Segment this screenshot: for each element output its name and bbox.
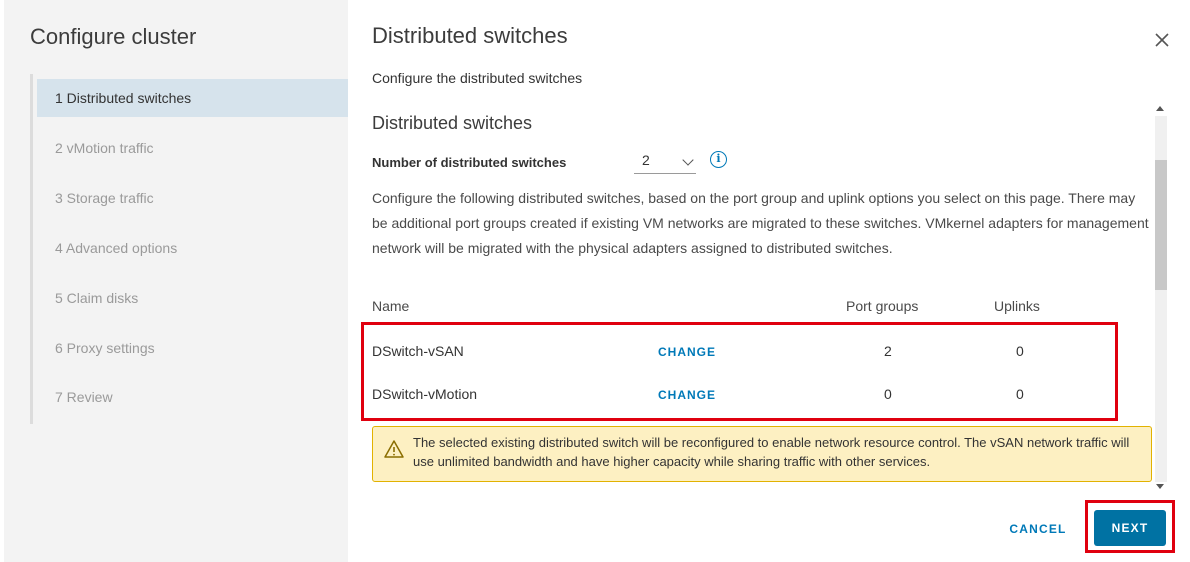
- num-switches-label: Number of distributed switches: [372, 155, 567, 170]
- step-proxy-settings: 6 Proxy settings: [55, 340, 155, 356]
- page-subtitle: Configure the distributed switches: [372, 70, 583, 86]
- step-claim-disks: 5 Claim disks: [55, 290, 139, 306]
- warning-icon: [384, 440, 404, 458]
- steps-rail: [30, 74, 33, 424]
- step-review: 7 Review: [55, 389, 113, 405]
- section-title: Distributed switches: [372, 113, 533, 133]
- num-switches-select[interactable]: 2: [634, 148, 696, 174]
- vertical-scrollbar[interactable]: [1153, 104, 1167, 494]
- step-storage-traffic: 3 Storage traffic: [55, 190, 154, 206]
- table-highlight-box: [361, 322, 1118, 421]
- cancel-button[interactable]: CANCEL: [998, 514, 1078, 544]
- warning-alert: The selected existing distributed switch…: [372, 426, 1152, 482]
- scroll-thumb[interactable]: [1155, 160, 1167, 290]
- wizard-sidebar: Configure cluster 1 Distributed switches…: [4, 0, 348, 562]
- wizard-title: Configure cluster: [30, 24, 197, 49]
- column-header-port-groups: Port groups: [846, 298, 919, 314]
- num-switches-value: 2: [642, 152, 650, 168]
- next-highlight-box: [1085, 500, 1175, 553]
- info-icon[interactable]: i: [710, 151, 727, 168]
- page-title: Distributed switches: [372, 23, 568, 48]
- scroll-up-icon[interactable]: [1156, 106, 1164, 111]
- column-header-name: Name: [372, 298, 410, 314]
- scroll-content: Distributed switches Number of distribut…: [372, 104, 1152, 490]
- scroll-down-icon[interactable]: [1156, 484, 1164, 489]
- column-header-uplinks: Uplinks: [994, 298, 1040, 314]
- step-advanced-options: 4 Advanced options: [55, 240, 178, 256]
- wizard-content: Distributed switches Configure the distr…: [348, 0, 1190, 562]
- chevron-down-icon: [682, 154, 694, 166]
- warning-text: The selected existing distributed switch…: [413, 435, 1130, 469]
- description-text: Configure the following distributed swit…: [372, 190, 1149, 256]
- step-vmotion-traffic: 2 vMotion traffic: [55, 140, 154, 156]
- step-distributed-switches[interactable]: 1 Distributed switches: [37, 79, 348, 117]
- close-icon[interactable]: [1152, 30, 1172, 50]
